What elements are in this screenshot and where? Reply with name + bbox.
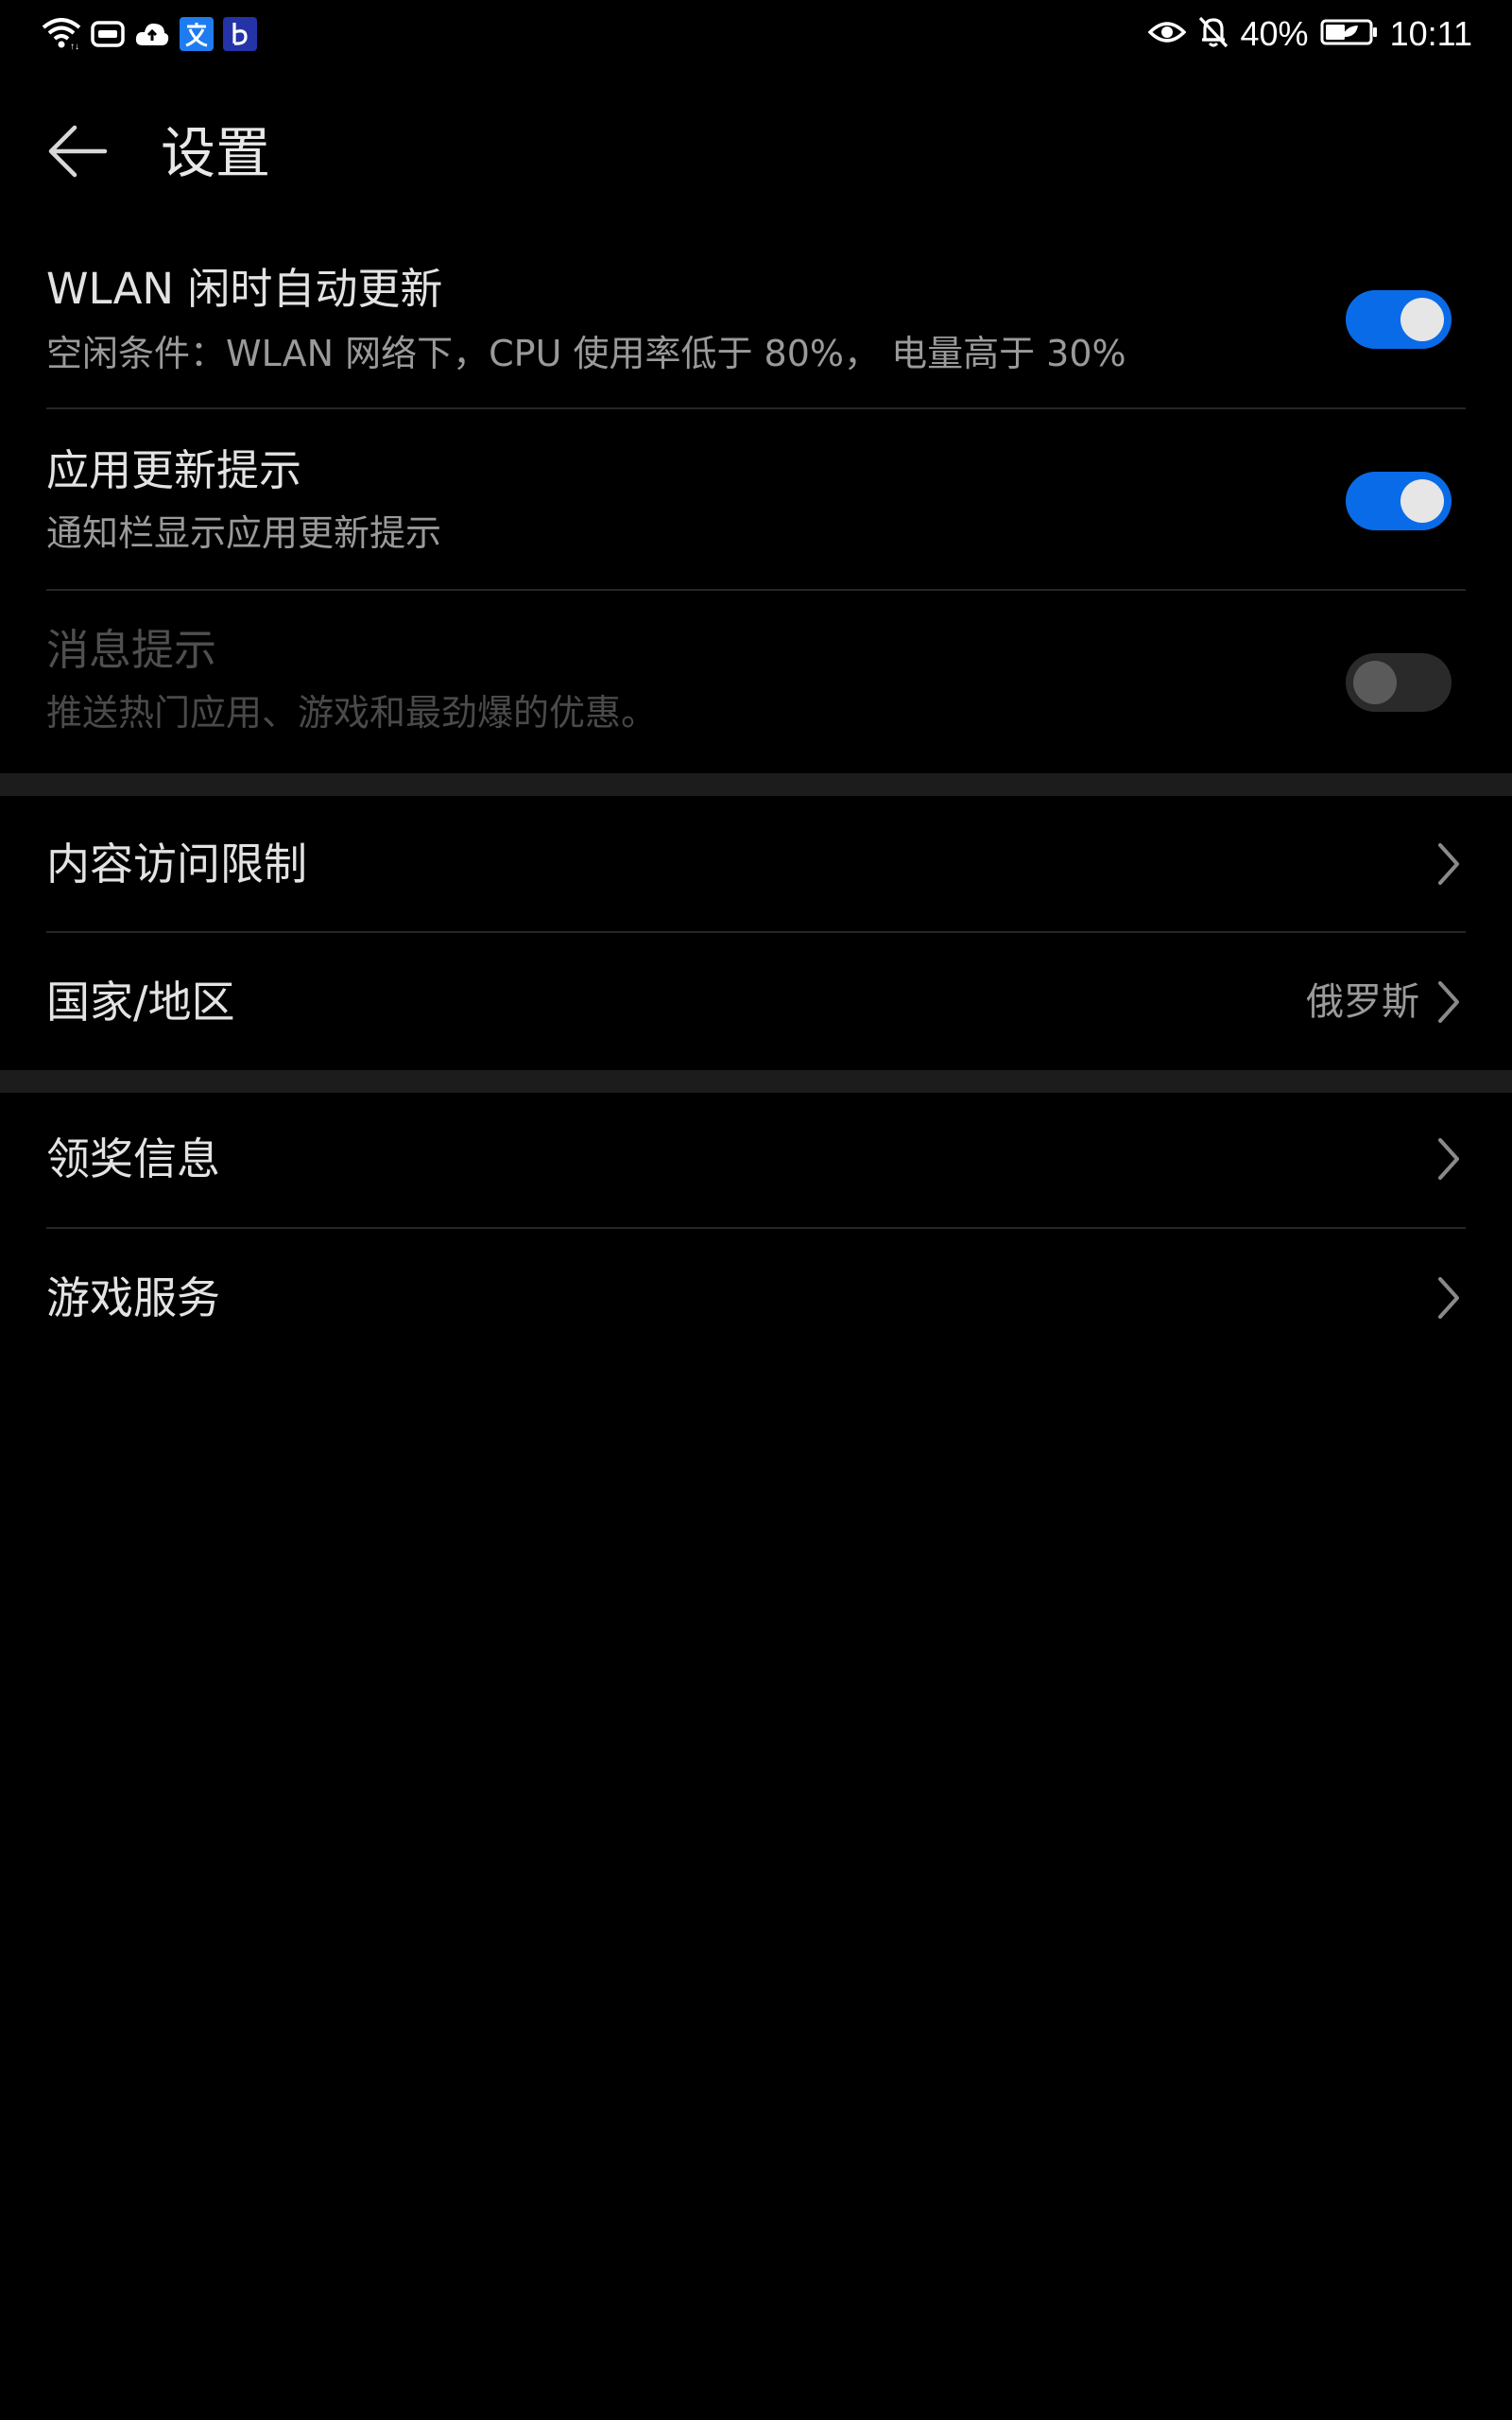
back-button[interactable] <box>38 113 117 193</box>
battery-percent: 40% <box>1240 14 1309 53</box>
setting-title: WLAN 闲时自动更新 <box>46 264 443 314</box>
setting-subtitle: 通知栏显示应用更新提示 <box>46 512 442 554</box>
cloud-upload-icon <box>134 20 170 48</box>
divider <box>46 589 1466 591</box>
status-bar-left: ↑↓ <box>42 15 257 53</box>
nav-title: 游戏服务 <box>46 1272 220 1323</box>
nav-title: 内容访问限制 <box>46 838 307 890</box>
setting-title: 消息提示 <box>46 625 217 675</box>
section-separator <box>0 1070 1512 1093</box>
translate-app-icon <box>180 17 214 51</box>
chevron-right-icon <box>1429 836 1467 892</box>
nav-row-game-service[interactable]: 游戏服务 <box>0 1230 1512 1366</box>
card-icon <box>91 20 125 48</box>
nav-title: 领奖信息 <box>46 1133 220 1184</box>
bell-off-icon <box>1197 15 1229 53</box>
wifi-icon: ↑↓ <box>42 18 81 50</box>
status-bar: ↑↓ 40% 10:11 <box>0 0 1512 68</box>
switch-knob <box>1400 298 1444 341</box>
chevron-right-icon <box>1429 1131 1467 1187</box>
status-bar-right: 40% 10:11 <box>1147 11 1472 57</box>
nav-row-country-region[interactable]: 国家/地区 俄罗斯 <box>0 934 1512 1070</box>
message-notification-switch <box>1346 653 1452 712</box>
divider <box>46 1227 1466 1229</box>
setting-subtitle: 空闲条件：WLAN 网络下，CPU 使用率低于 80%， 电量高于 30% <box>46 333 1126 374</box>
clock: 10:11 <box>1389 14 1472 53</box>
setting-title: 应用更新提示 <box>46 445 302 495</box>
nav-row-content-restriction[interactable]: 内容访问限制 <box>0 796 1512 932</box>
nav-title: 国家/地区 <box>46 977 235 1028</box>
b-app-icon <box>223 17 257 51</box>
chevron-right-icon <box>1429 974 1467 1030</box>
section-separator <box>0 773 1512 796</box>
nav-row-prize-info[interactable]: 领奖信息 <box>0 1093 1512 1227</box>
switch-knob <box>1400 479 1444 523</box>
country-value: 俄罗斯 <box>1306 980 1419 1024</box>
update-notification-switch[interactable] <box>1346 472 1452 530</box>
svg-text:↑↓: ↑↓ <box>70 42 79 50</box>
app-bar: 设置 <box>0 104 1512 199</box>
setting-row-wlan-idle-update[interactable]: WLAN 闲时自动更新 空闲条件：WLAN 网络下，CPU 使用率低于 80%，… <box>0 244 1512 410</box>
arrow-left-icon <box>46 123 109 183</box>
setting-row-message-notification: 消息提示 推送热门应用、游戏和最劲爆的优惠。 <box>0 592 1512 773</box>
setting-row-update-notification[interactable]: 应用更新提示 通知栏显示应用更新提示 <box>0 410 1512 590</box>
chevron-right-icon <box>1429 1270 1467 1326</box>
switch-knob <box>1353 661 1397 704</box>
eye-icon <box>1147 19 1186 49</box>
wlan-idle-update-switch[interactable] <box>1346 290 1452 349</box>
divider <box>46 407 1466 409</box>
battery-icon <box>1320 18 1379 50</box>
divider <box>46 931 1466 933</box>
setting-subtitle: 推送热门应用、游戏和最劲爆的优惠。 <box>46 692 658 734</box>
page-title: 设置 <box>161 121 271 185</box>
